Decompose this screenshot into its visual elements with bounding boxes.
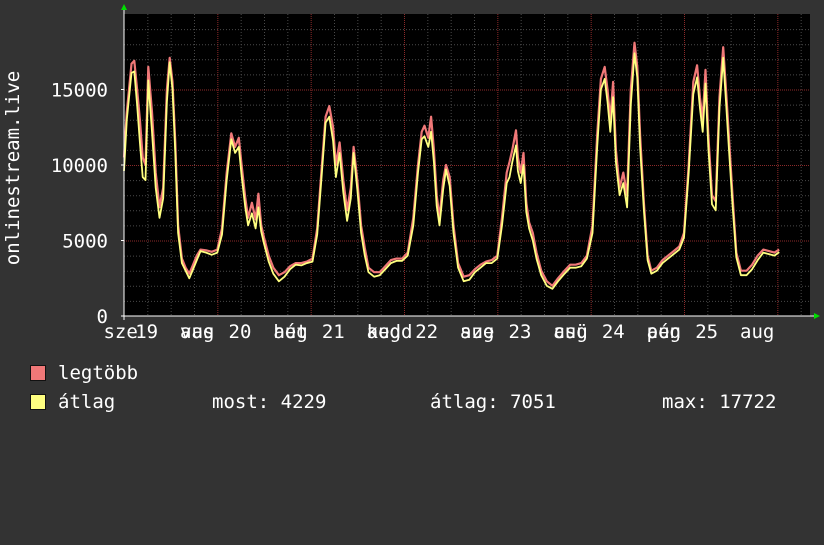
x-tick-label: 24 — [602, 321, 625, 343]
x-tick-label: pén — [647, 321, 681, 343]
y-tick-labels: 050001000015000 — [51, 80, 108, 329]
legend-swatch-max — [30, 365, 46, 381]
legend-item-max: legtöbb — [30, 362, 138, 384]
x-tick-label: 23 — [509, 321, 532, 343]
legend-label-max: legtöbb — [58, 362, 139, 384]
x-tick-label: sze — [460, 321, 494, 343]
x-tick-label: kedd — [367, 321, 413, 343]
x-axis-arrow — [814, 313, 820, 319]
stat-average: átlag: 7051 — [430, 391, 556, 413]
y-axis-arrow — [121, 4, 127, 10]
x-tick-label: vas — [180, 321, 214, 343]
x-tick-label: sze — [103, 321, 137, 343]
y-tick-label: 15000 — [51, 80, 108, 102]
legend-swatch-avg — [30, 394, 46, 410]
y-tick-label: 10000 — [51, 155, 108, 177]
x-tick-label: 25 — [695, 321, 718, 343]
x-tick-label: 19 — [135, 321, 158, 343]
legend-label-avg: átlag — [58, 391, 116, 413]
legend-item-avg: átlag most: 4229 átlag: 7051 max: 17722 — [30, 391, 810, 413]
stat-max: max: 17722 — [662, 391, 777, 413]
x-tick-labels: sze19 augvas 20 aughét 21 augkedd 22 augsze 23 au… — [103, 321, 774, 343]
chart-page: 0 5000 10000 15000 sze 19 aug vas 20 aug hét 21 aug… — [0, 0, 824, 430]
y-tick-label: 5000 — [62, 231, 108, 253]
x-tick-label: hét — [273, 321, 307, 343]
x-tick-label: 22 — [415, 321, 438, 343]
x-tick-label: 21 — [322, 321, 345, 343]
stat-current: most: 4229 — [212, 391, 327, 413]
x-tick-label: 20 — [229, 321, 252, 343]
x-tick-label: aug — [740, 321, 774, 343]
y-axis-label: onlinestream.live — [2, 71, 24, 265]
x-tick-label: csü — [553, 321, 587, 343]
